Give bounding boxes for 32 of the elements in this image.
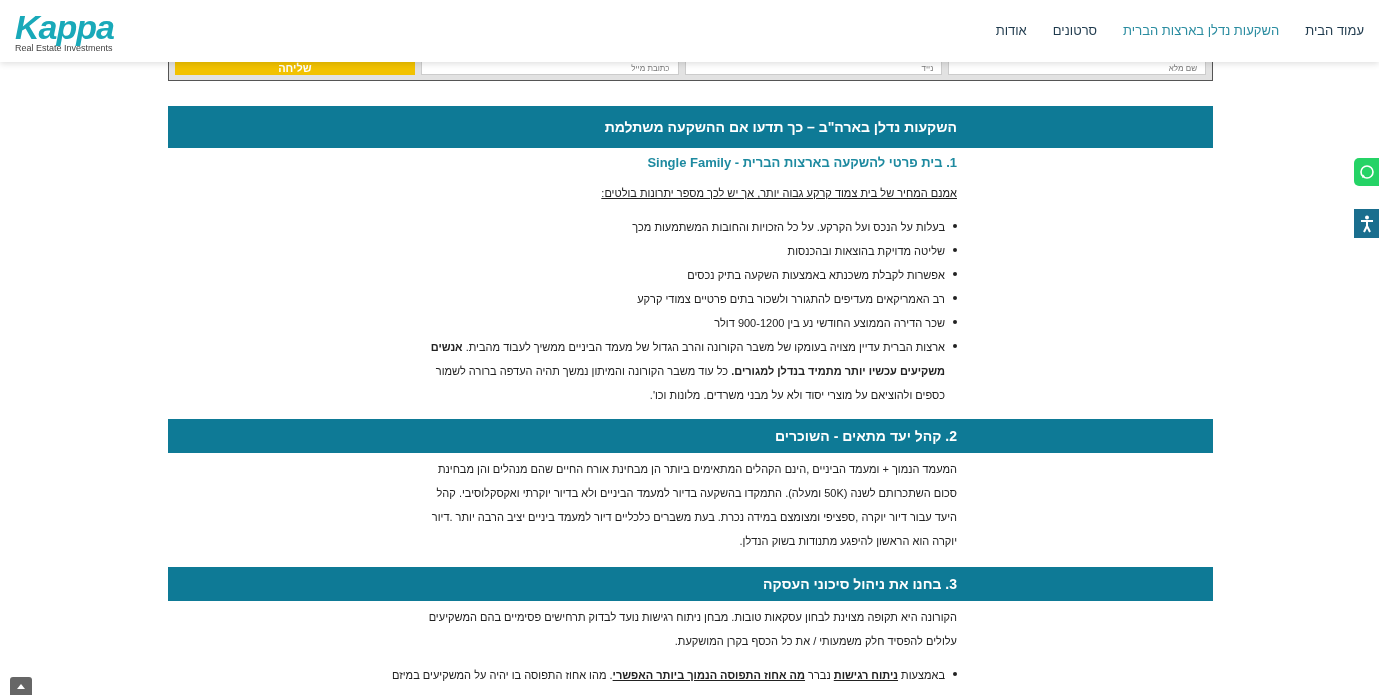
form-field[interactable]: נייד xyxy=(684,62,943,75)
bullet-icon xyxy=(953,344,957,348)
bullet-text: בעלות על הנכס ועל הקרקע. על כל הזכויות והחובות המשתמעות מכך xyxy=(632,220,945,235)
nav-link[interactable]: סרטונים xyxy=(1052,21,1098,41)
paragraph: המעמד הנמוך + ומעמד הביניים ,הינם הקהלים המתאימים ביותר הן מבחינת אורח החיים שהם מנהלים והן מבחינת סכום השתכרותם לשנה (50K ומעלה). התמקדו בהשקעה בדיור למעמד הביניים ולא בדיור יוקרתי ואקסקלוסיבי. קהל היעד עבור דיור יוקרה ,ספציפי ומצומצם במידה נכרת. בעת משברים כלכליים דיור למעמד ביניים יציב הרבה יותר .דיור יוקרה הוא הראשון להיפגע מתנודות בשוק הנדלן. xyxy=(430,462,957,549)
nav-link[interactable]: השקעות נדלן בארצות הברית xyxy=(1123,21,1280,41)
accessibility-icon[interactable] xyxy=(1354,209,1379,238)
logo[interactable]: Kappa Real Estate Investments xyxy=(15,9,114,53)
bullet-icon xyxy=(953,672,957,676)
form-field[interactable]: כתובת מייל xyxy=(420,62,679,75)
nav-link[interactable]: עמוד הבית xyxy=(1305,21,1364,41)
scroll-top-button[interactable] xyxy=(10,677,32,695)
page-title: השקעות נדלן בארה"ב – כך תדעו אם ההשקעה משתלמת xyxy=(168,106,1213,148)
paragraph: הקורונה היא תקופה מצוינת לבחון עסקאות טובות. מבחן ניתוח רגישות נועד לבדוק תרחישים פסימיים בהם המשקיעים עלולים להפסיד חלק משמעותי / את כל הכסף בקרן המושקעת. xyxy=(427,610,957,649)
section-heading: 3. בחנו את ניהול סיכוני העסקה xyxy=(168,567,1213,601)
bullet-icon xyxy=(953,272,957,276)
bullet-text: באמצעות ניתוח רגישות נברר מה אחוז התפוסה הנמוך ביותר האפשרי. מהו אחוז התפוסה בו יהיה על המשקיעים במיזם xyxy=(391,668,945,683)
bullet-text: ארצות הברית עדיין מצויה בעומקו של משבר הקורונה והרב הגדול של מעמד הביניים ממשיך לעבוד מהבית. אנשים משקיעים עכשיו יותר מתמיד בנדלן למגורים. כל עוד משבר הקורונה והמיתון נמשך תהיה העדפה ברורה לשמור כספים ולהוציאם על מוצרי יסוד ולא על מבני משרדים. מלונות וכו'. xyxy=(429,340,945,403)
section-subheading: 1. בית פרטי להשקעה בארצות הברית - Single Family xyxy=(646,154,957,172)
form-field[interactable]: שם מלא xyxy=(948,62,1206,75)
section-heading: 2. קהל יעד מתאים - השוכרים xyxy=(168,419,1213,453)
bullet-icon xyxy=(953,224,957,228)
bullet-icon xyxy=(953,296,957,300)
bullet-text: שליטה מדויקת בהוצאות ובהכנסות xyxy=(787,244,945,259)
bullet-text: רב האמריקאים מעדיפים להתגורר ולשכור בתים פרטיים צמודי קרקע xyxy=(637,292,945,307)
bullet-text: שכר הדירה הממוצע החודשי נע בין 900-1200 דולר xyxy=(714,316,945,331)
bullet-icon xyxy=(953,320,957,324)
bullet-icon xyxy=(953,248,957,252)
nav-link[interactable]: אודות xyxy=(995,21,1027,41)
caret-up-icon xyxy=(17,683,25,689)
intro-text: אמנם המחיר של בית צמוד קרקע גבוה יותר, אך יש לכך מספר יתרונות בולטים: xyxy=(600,186,957,201)
bullet-text: אפשרות לקבלת משכנתא באמצעות השקעה בתיק נכסים xyxy=(687,268,945,283)
